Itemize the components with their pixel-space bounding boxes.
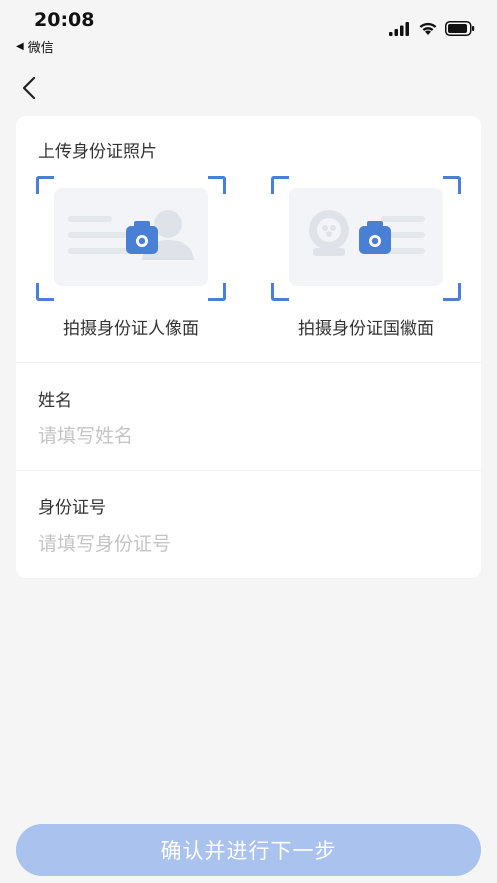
id-form-card: 上传身份证照片 拍摄身份证人像面 拍摄身份证国徽面 姓名 请填写姓名 身份证号 …	[16, 116, 481, 578]
confirm-next-button[interactable]: 确认并进行下一步	[16, 824, 481, 876]
name-input[interactable]	[38, 421, 458, 451]
camera-icon	[359, 221, 391, 254]
back-triangle-icon: ◀	[16, 41, 24, 52]
frame-corner	[208, 176, 226, 194]
emblem-icon	[309, 210, 349, 256]
status-time: 20:08	[34, 9, 95, 31]
id-back-illustration	[289, 188, 443, 286]
back-to-app-link[interactable]: ◀ 微信	[16, 37, 54, 56]
back-arrow-icon	[22, 76, 36, 100]
id-number-input[interactable]	[38, 529, 458, 559]
camera-icon	[126, 221, 158, 254]
frame-corner	[271, 283, 289, 301]
id-back-upload[interactable]	[271, 176, 461, 301]
id-front-illustration	[54, 188, 208, 286]
status-icons	[389, 21, 475, 36]
id-back-caption[interactable]: 拍摄身份证国徽面	[271, 314, 461, 339]
frame-corner	[36, 176, 54, 194]
battery-icon	[445, 21, 475, 36]
id-number-label: 身份证号	[38, 498, 106, 518]
back-button[interactable]	[14, 72, 44, 104]
page: 20:08 ◀ 微信 上传身份证照片 拍摄身份证人像面 拍摄身份证国徽面 姓名 …	[0, 0, 497, 883]
frame-corner	[443, 176, 461, 194]
signal-icon	[389, 21, 409, 36]
status-bar: 20:08 ◀ 微信	[0, 0, 497, 60]
frame-corner	[36, 283, 54, 301]
id-front-caption[interactable]: 拍摄身份证人像面	[36, 314, 226, 339]
upload-section-title: 上传身份证照片	[38, 142, 157, 162]
id-front-upload[interactable]	[36, 176, 226, 301]
frame-corner	[208, 283, 226, 301]
frame-corner	[443, 283, 461, 301]
name-label: 姓名	[38, 391, 72, 411]
divider	[16, 470, 481, 471]
wifi-icon	[419, 22, 437, 35]
frame-corner	[271, 176, 289, 194]
divider	[16, 362, 481, 363]
back-app-label: 微信	[27, 41, 54, 56]
